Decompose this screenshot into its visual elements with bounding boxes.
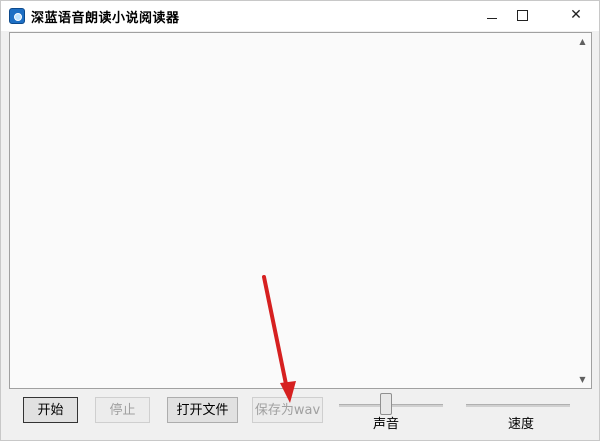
open-file-button[interactable]: 打开文件	[167, 397, 238, 423]
maximize-button[interactable]	[507, 1, 537, 31]
speed-label: 速度	[508, 417, 535, 432]
title-bar: 深蓝语音朗读小说阅读器 ✕	[1, 1, 599, 31]
close-button[interactable]: ✕	[561, 1, 591, 31]
close-icon: ✕	[570, 7, 582, 23]
minimize-button[interactable]	[477, 1, 507, 31]
stop-button[interactable]: 停止	[95, 397, 150, 423]
minimize-icon	[487, 18, 497, 19]
vertical-scrollbar[interactable]: ▲ ▼	[574, 33, 591, 388]
volume-label: 声音	[373, 417, 400, 432]
scroll-down-icon[interactable]: ▼	[574, 371, 591, 388]
volume-slider[interactable]	[339, 393, 443, 415]
window-title: 深蓝语音朗读小说阅读器	[31, 11, 180, 26]
start-button[interactable]: 开始	[23, 397, 78, 423]
app-window: 深蓝语音朗读小说阅读器 ✕ ▲ ▼ 开始 停止 打开文件 保存为wav 声音 速…	[0, 0, 600, 441]
arrow-head	[280, 381, 296, 403]
speed-track	[466, 404, 570, 407]
red-arrow-annotation	[262, 275, 296, 403]
volume-thumb[interactable]	[380, 393, 393, 415]
app-icon	[9, 8, 25, 24]
arrow-shaft	[262, 275, 289, 391]
maximize-icon	[516, 9, 528, 21]
speed-slider[interactable]	[466, 401, 570, 409]
scroll-up-icon[interactable]: ▲	[574, 33, 591, 50]
